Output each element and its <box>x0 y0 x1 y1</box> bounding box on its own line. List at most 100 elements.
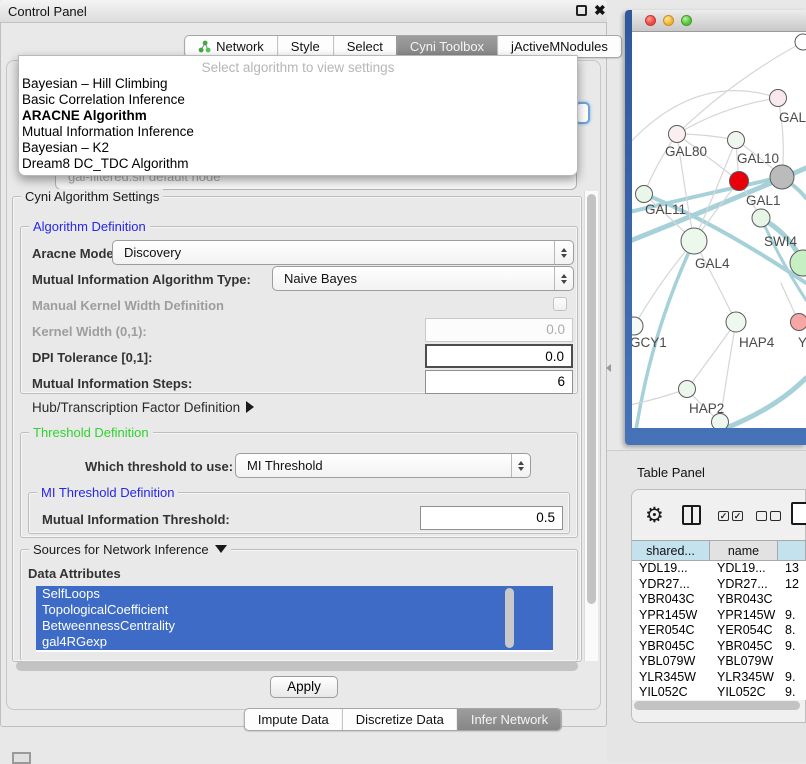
tab-style[interactable]: Style <box>277 36 333 57</box>
tab-discretize-data[interactable]: Discretize Data <box>342 709 457 730</box>
table-toolbar: ⚙ ✓ ✓ <box>631 497 806 537</box>
network-node[interactable] <box>669 126 686 143</box>
algorithm-option[interactable]: Basic Correlation Inference <box>19 92 577 108</box>
table-row[interactable]: YBL079WYBL079W <box>632 654 806 670</box>
network-edge[interactable] <box>694 241 736 322</box>
attribute-item-selected[interactable]: gal4RGexp <box>36 634 553 650</box>
table-cell: YER054C <box>710 623 778 639</box>
panel-divider-handle[interactable] <box>606 364 611 372</box>
table-row[interactable]: YDR27...YDR27...12 <box>632 577 806 593</box>
aracne-mode-combo[interactable]: Discovery <box>112 240 574 265</box>
table-cell <box>778 654 806 670</box>
network-node[interactable] <box>681 228 707 254</box>
network-node[interactable] <box>679 381 696 398</box>
tab-label: Impute Data <box>258 712 329 727</box>
page-icon[interactable] <box>791 502 806 525</box>
attribute-item-selected[interactable]: BetweennessCentrality <box>36 618 553 634</box>
minimized-panel-icon[interactable] <box>12 752 31 764</box>
attribute-item-selected[interactable]: TopologicalCoefficient <box>36 602 553 618</box>
attribute-item-selected[interactable]: SelfLoops <box>36 586 553 602</box>
table-panel-title: Table Panel <box>637 465 705 480</box>
unchecked-checkbox-icon[interactable] <box>756 511 767 521</box>
network-canvas[interactable]: GALGAL80GAL10GAL1GAL11SWI4GAL4GCY1HAP4YH… <box>632 32 806 428</box>
table-cell: YBL079W <box>632 654 710 670</box>
close-traffic-light-icon[interactable] <box>645 15 656 26</box>
columns-icon[interactable] <box>682 505 701 525</box>
algorithm-dropdown-popup: Select algorithm to view settings Bayesi… <box>18 55 578 176</box>
mi-type-combo[interactable]: Naive Bayes <box>272 266 574 291</box>
settings-hscrollbar-thumb[interactable] <box>16 661 578 671</box>
tab-infer-network[interactable]: Infer Network <box>457 709 561 730</box>
network-edge[interactable] <box>644 134 677 194</box>
table-cell: YDL19... <box>710 561 778 577</box>
column-header[interactable] <box>778 541 806 560</box>
dpi-tolerance-field[interactable]: 0.0 <box>425 344 573 368</box>
control-panel-title: Control Panel <box>8 4 87 19</box>
algorithm-option[interactable]: Bayesian – K2 <box>19 140 577 156</box>
checked-checkbox-icon[interactable]: ✓ <box>732 511 743 521</box>
combo-arrows-icon <box>511 454 530 477</box>
tab-label: Style <box>291 39 320 54</box>
data-attributes-list[interactable]: SelfLoopsTopologicalCoefficientBetweenne… <box>36 586 553 652</box>
network-node-label: SWI4 <box>764 234 797 249</box>
tab-impute-data[interactable]: Impute Data <box>245 709 342 730</box>
network-node[interactable] <box>726 312 746 332</box>
column-header[interactable]: shared... <box>632 541 710 560</box>
checked-checkbox-icon[interactable]: ✓ <box>718 511 729 521</box>
which-threshold-combo[interactable]: MI Threshold <box>235 453 531 478</box>
hub-definition-toggle[interactable]: Hub/Transcription Factor Definition <box>32 400 254 415</box>
hub-definition-label: Hub/Transcription Factor Definition <box>32 400 240 415</box>
manual-kernel-checkbox[interactable] <box>553 297 567 311</box>
network-node[interactable] <box>770 90 787 107</box>
mi-steps-field[interactable]: 6 <box>425 370 573 394</box>
float-window-icon[interactable] <box>576 5 587 16</box>
algorithm-option[interactable]: Mutual Information Inference <box>19 124 577 140</box>
algorithm-option[interactable]: Bayesian – Hill Climbing <box>19 76 577 92</box>
algorithm-option[interactable]: ARACNE Algorithm <box>19 108 577 124</box>
node-table: shared...name YDL19...YDL19...13YDR27...… <box>632 540 806 700</box>
network-node[interactable] <box>791 314 806 331</box>
close-icon[interactable]: ✖ <box>594 2 606 19</box>
table-row[interactable]: YIL052CYIL052C9. <box>632 685 806 700</box>
table-row[interactable]: YPR145WYPR145W9. <box>632 608 806 624</box>
mi-threshold-label: Mutual Information Threshold: <box>42 512 230 527</box>
network-edge[interactable] <box>687 322 736 389</box>
mi-threshold-field[interactable]: 0.5 <box>420 506 563 530</box>
table-cell: YDR27... <box>632 577 710 593</box>
algorithm-option[interactable]: Dream8 DC_TDC Algorithm <box>19 156 577 172</box>
settings-vscrollbar-thumb[interactable] <box>587 194 596 604</box>
table-row[interactable]: YDL19...YDL19...13 <box>632 561 806 577</box>
table-row[interactable]: YBR043CYBR043C <box>632 592 806 608</box>
table-row[interactable]: YLR345WYLR345W9. <box>632 670 806 686</box>
table-row[interactable]: YBR045CYBR045C9. <box>632 639 806 655</box>
unchecked-checkbox-icon[interactable] <box>770 511 781 521</box>
network-node[interactable] <box>795 34 806 50</box>
network-node[interactable] <box>770 165 794 189</box>
table-row[interactable]: YER054CYER054C8. <box>632 623 806 639</box>
tab-network[interactable]: Network <box>185 36 277 57</box>
tab-jactivemnodules[interactable]: jActiveMNodules <box>497 36 621 57</box>
network-node[interactable] <box>752 209 770 227</box>
attributes-list-scrollbar[interactable] <box>505 588 514 648</box>
network-node-label: GCY1 <box>632 335 667 350</box>
network-node[interactable] <box>632 317 643 335</box>
tab-select[interactable]: Select <box>333 36 396 57</box>
column-header[interactable]: name <box>710 541 778 560</box>
minimize-traffic-light-icon[interactable] <box>663 15 674 26</box>
network-node[interactable] <box>728 132 745 149</box>
table-cell: YER054C <box>632 623 710 639</box>
gear-icon[interactable]: ⚙ <box>645 503 664 528</box>
network-node[interactable] <box>730 172 749 191</box>
apply-button[interactable]: Apply <box>270 676 338 698</box>
kernel-width-field[interactable]: 0.0 <box>425 318 573 342</box>
table-cell: 9. <box>778 685 806 700</box>
table-hscrollbar-thumb[interactable] <box>634 701 800 710</box>
zoom-traffic-light-icon[interactable] <box>681 15 692 26</box>
mi-threshold-title: MI Threshold Definition <box>37 485 178 500</box>
tab-label: jActiveMNodules <box>511 39 608 54</box>
sources-title[interactable]: Sources for Network Inference <box>29 542 231 557</box>
network-node[interactable] <box>636 186 653 203</box>
network-window-titlebar[interactable] <box>632 10 806 32</box>
tab-cyni-toolbox[interactable]: Cyni Toolbox <box>396 36 497 57</box>
network-edge[interactable] <box>677 98 778 134</box>
